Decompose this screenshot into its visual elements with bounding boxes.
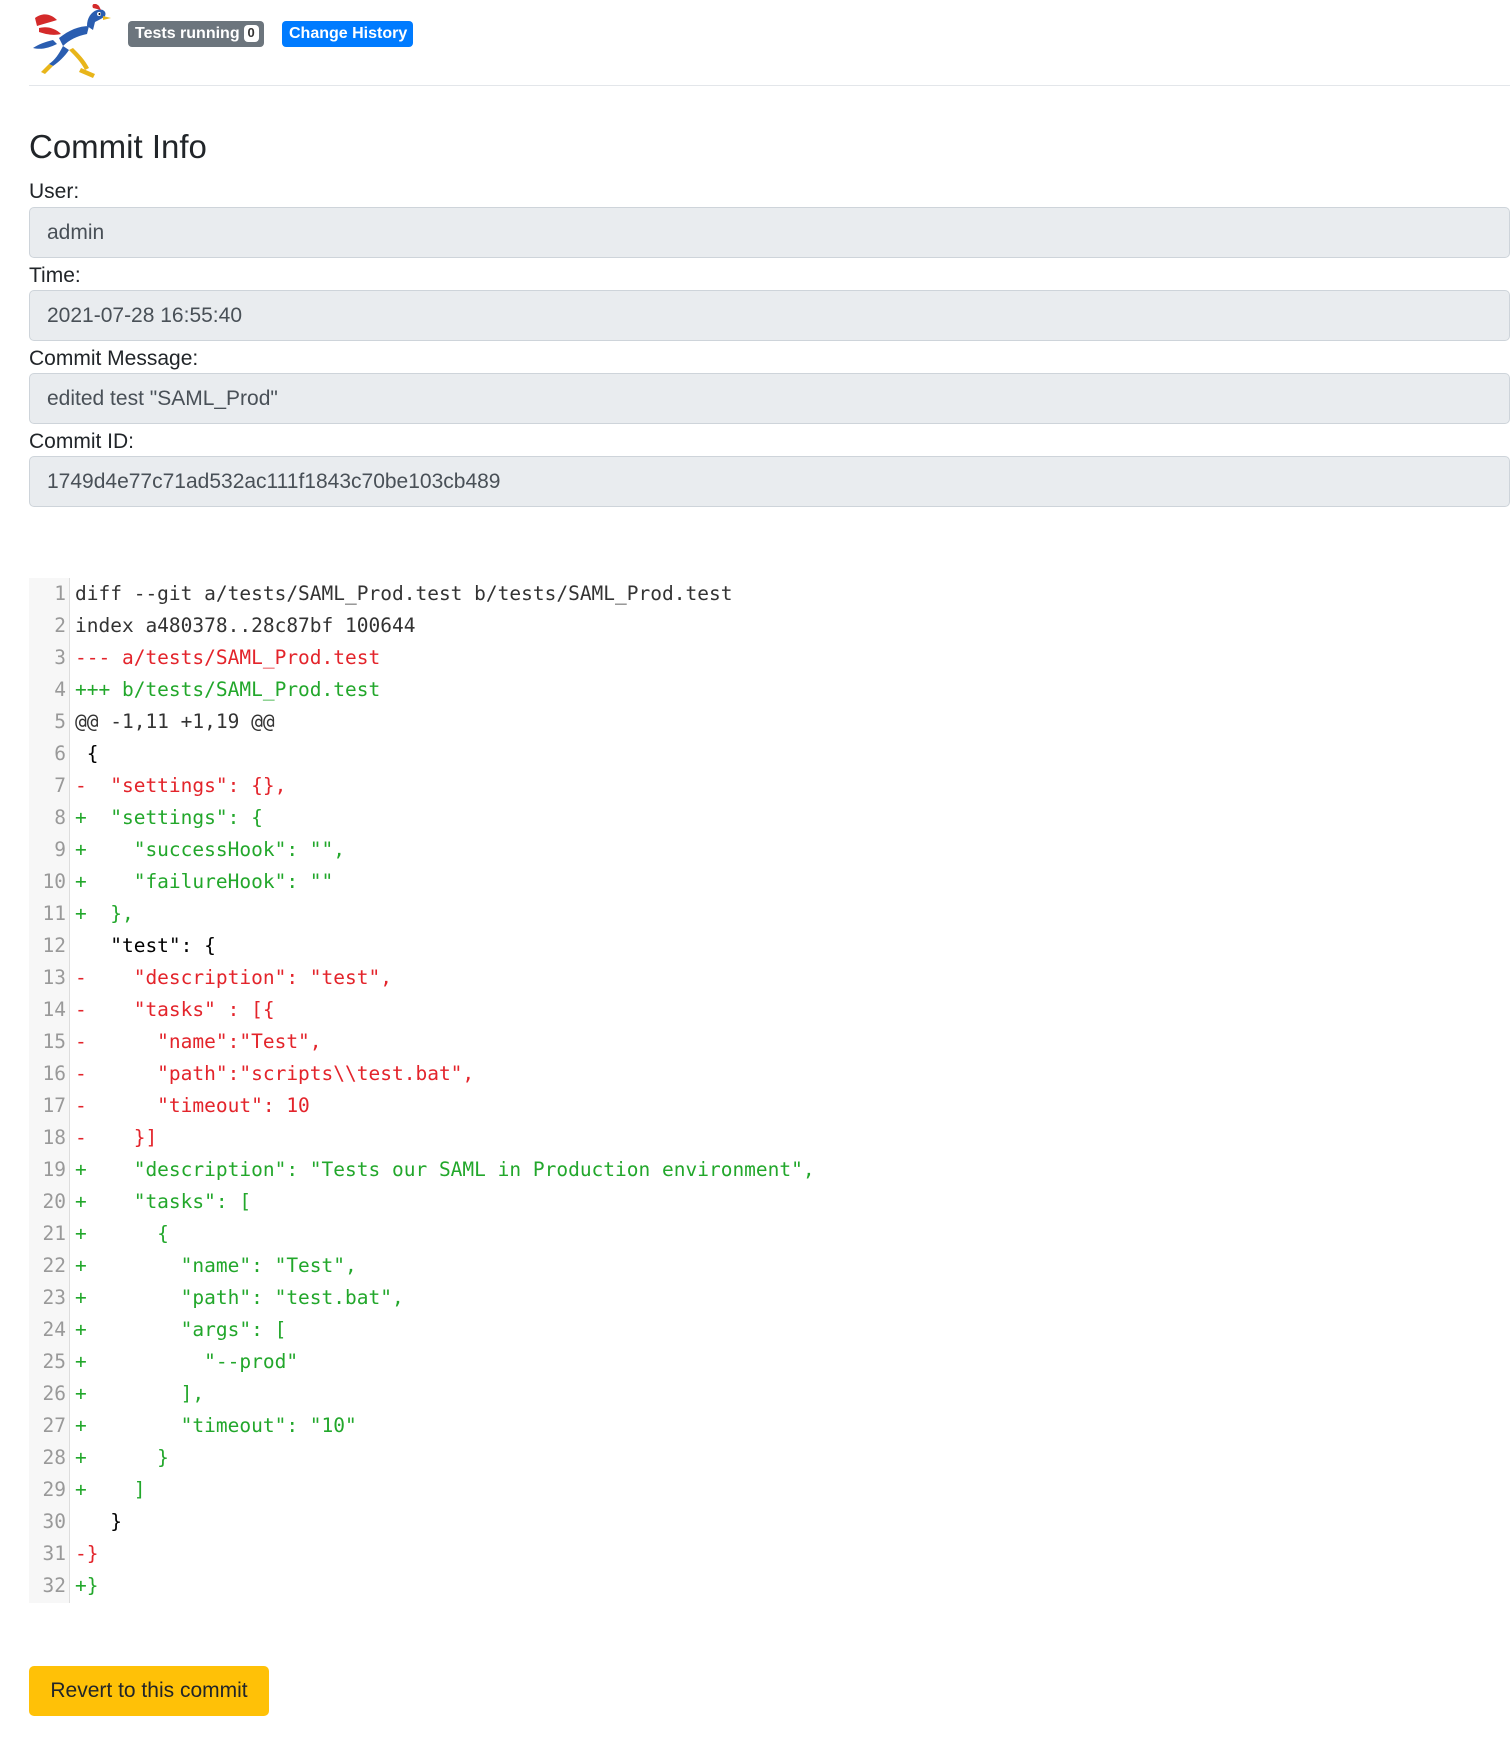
user-label: User: [29,180,80,203]
line-number: 7 [54,774,66,797]
line-number: 10 [42,870,66,893]
diff-line-code: - "description": "test", [75,966,392,989]
diff-line-code: +++ b/tests/SAML_Prod.test [75,678,381,701]
diff-line-code: + "successHook": "", [75,838,346,861]
line-number: 19 [42,1158,66,1181]
line-number: 14 [42,998,66,1021]
line-number: 11 [42,902,66,925]
diff-line-code: + ], [75,1382,205,1405]
line-number: 31 [42,1542,66,1565]
diff-line-code: + "name": "Test", [75,1254,357,1277]
commit-id-label: Commit ID: [29,430,134,453]
user-field: admin [29,207,1510,258]
line-number: 1 [54,582,66,605]
diff-line-code: { [75,742,99,765]
diff-line-code: + "path": "test.bat", [75,1286,404,1309]
diff-line-code: - "timeout": 10 [75,1094,310,1117]
diff-line-code: - "path":"scripts\\test.bat", [75,1062,475,1085]
diff-line-code: - }] [75,1126,158,1149]
tests-running-badge[interactable]: Tests running 0 [128,21,264,47]
line-number: 16 [42,1062,66,1085]
line-number: 30 [42,1510,66,1533]
line-number: 6 [54,742,66,765]
diff-line-code: + "--prod" [75,1350,299,1373]
diff-line-code: + } [75,1446,169,1469]
time-label: Time: [29,264,81,287]
line-number: 21 [42,1222,66,1245]
line-number: 26 [42,1382,66,1405]
diff-line-code: + "description": "Tests our SAML in Prod… [75,1158,815,1181]
diff-line-code: index a480378..28c87bf 100644 [75,614,416,637]
line-number: 24 [42,1318,66,1341]
diff-line-code: +} [75,1574,99,1597]
diff-line-code: -} [75,1542,99,1565]
diff-line-code: } [75,1510,122,1533]
line-number: 17 [42,1094,66,1117]
diff-line-code: + { [75,1222,169,1245]
diff-line-code: @@ -1,11 +1,19 @@ [75,710,275,733]
line-number: 13 [42,966,66,989]
line-number: 23 [42,1286,66,1309]
change-history-link[interactable]: Change History [282,21,413,47]
line-number: 27 [42,1414,66,1437]
page-title: Commit Info [29,128,207,165]
diff-line-code: diff --git a/tests/SAML_Prod.test b/test… [75,582,733,605]
diff-line-code: - "tasks" : [{ [75,998,275,1021]
diff-line-code: + "args": [ [75,1318,287,1341]
diff-line-code: + "settings": { [75,806,263,829]
tests-running-count: 0 [243,25,259,42]
navbar: Tests running 0 Change History [29,0,1510,86]
roadrunner-logo[interactable] [29,4,111,78]
diff-line-code: "test": { [75,934,216,957]
diff-line-code: - "name":"Test", [75,1030,322,1053]
diff-viewer: 1 diff --git a/tests/SAML_Prod.test b/tes… [29,578,829,1603]
line-number: 3 [54,646,66,669]
line-number: 32 [42,1574,66,1597]
line-number: 8 [54,806,66,829]
line-number: 29 [42,1478,66,1501]
diff-line-code: + "failureHook": "" [75,870,334,893]
line-number: 15 [42,1030,66,1053]
line-number: 2 [54,614,66,637]
diff-line-code: + "tasks": [ [75,1190,252,1213]
commit-message-label: Commit Message: [29,347,199,370]
line-number: 28 [42,1446,66,1469]
diff-line-code: + ] [75,1478,146,1501]
line-number: 5 [54,710,66,733]
tests-running-label: Tests running [135,25,240,42]
diff-line-code: --- a/tests/SAML_Prod.test [75,646,381,669]
commit-message-field: edited test "SAML_Prod" [29,373,1510,424]
revert-commit-button[interactable]: Revert to this commit [29,1666,269,1716]
line-number: 9 [54,838,66,861]
line-number: 12 [42,934,66,957]
line-number: 22 [42,1254,66,1277]
diff-line-code: + "timeout": "10" [75,1414,357,1437]
diff-line-code: - "settings": {}, [75,774,287,797]
line-number: 4 [54,678,66,701]
line-number: 18 [42,1126,66,1149]
commit-id-field: 1749d4e77c71ad532ac111f1843c70be103cb489 [29,456,1510,507]
diff-line-code: + }, [75,902,134,925]
line-number: 20 [42,1190,66,1213]
line-number: 25 [42,1350,66,1373]
time-field: 2021-07-28 16:55:40 [29,290,1510,341]
